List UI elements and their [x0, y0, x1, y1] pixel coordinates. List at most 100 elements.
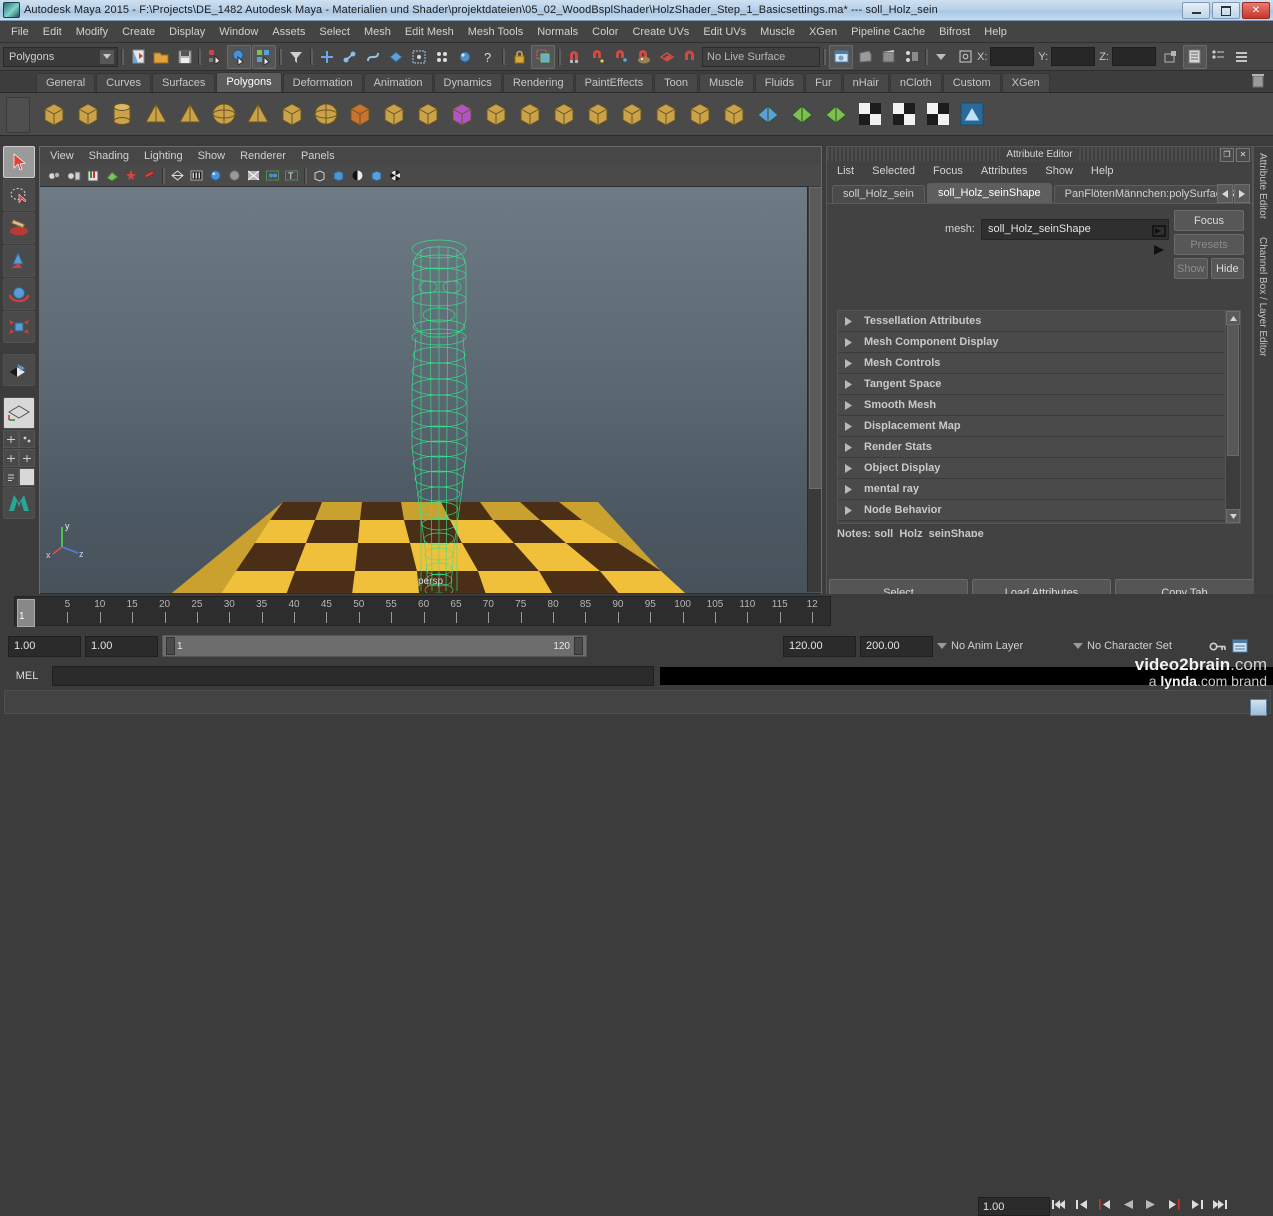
- node-name-field[interactable]: soll_Holz_seinShape: [981, 218, 1169, 240]
- shelf-tab-muscle[interactable]: Muscle: [698, 73, 754, 92]
- ae-menu-selected[interactable]: Selected: [872, 165, 915, 177]
- new-scene-icon[interactable]: [127, 46, 149, 68]
- image-plane-icon[interactable]: [103, 167, 120, 184]
- filter-icon[interactable]: [285, 46, 307, 68]
- menu-item-mesh-tools[interactable]: Mesh Tools: [461, 24, 530, 40]
- selection-mode-dropdown[interactable]: Polygons: [3, 46, 118, 67]
- range-end-field[interactable]: 120.00: [783, 635, 856, 657]
- script-editor-icon[interactable]: [1160, 46, 1182, 68]
- outliner-persp-layout[interactable]: [2, 468, 35, 486]
- menu-item-bifrost[interactable]: Bifrost: [932, 24, 977, 40]
- view-layout-cell[interactable]: [18, 449, 35, 467]
- focus-button[interactable]: Focus: [1174, 210, 1244, 231]
- shadows-icon[interactable]: [141, 167, 158, 184]
- chevron-right-icon[interactable]: [838, 379, 858, 389]
- range-left-grip[interactable]: [166, 637, 175, 655]
- shelf-icon-wedge[interactable]: [616, 99, 647, 130]
- menu-item-help[interactable]: Help: [977, 24, 1014, 40]
- shelf-icon-smooth[interactable]: [752, 99, 783, 130]
- menu-item-color[interactable]: Color: [585, 24, 625, 40]
- shelf-tab-ncloth[interactable]: nCloth: [889, 73, 942, 92]
- step-forward-frame-icon[interactable]: [1188, 1194, 1206, 1214]
- texture-icon[interactable]: [245, 167, 262, 184]
- shelf-icon-append[interactable]: [582, 99, 613, 130]
- absolute-transform-icon[interactable]: [954, 46, 976, 68]
- viewport-menu-renderer[interactable]: Renderer: [240, 150, 286, 162]
- save-scene-icon[interactable]: [173, 46, 195, 68]
- menu-item-mesh[interactable]: Mesh: [357, 24, 398, 40]
- select-by-hierarchy-icon[interactable]: [204, 46, 226, 68]
- magnet-grid-icon[interactable]: [564, 46, 586, 68]
- shelf-icon-bevel[interactable]: [480, 99, 511, 130]
- attribute-section-mental-ray[interactable]: mental ray: [838, 479, 1228, 500]
- magnet-curve-icon[interactable]: [587, 46, 609, 68]
- chevron-down-icon[interactable]: [99, 48, 115, 65]
- attribute-section-smooth-mesh[interactable]: Smooth Mesh: [838, 395, 1228, 416]
- select-tool[interactable]: [2, 146, 35, 178]
- step-back-frame-icon[interactable]: [1073, 1194, 1091, 1214]
- bookmarks-icon[interactable]: [84, 167, 101, 184]
- step-back-key-icon[interactable]: [1096, 1194, 1114, 1214]
- ae-menu-help[interactable]: Help: [1091, 165, 1114, 177]
- magnet-point-icon[interactable]: [610, 46, 632, 68]
- view-layout-cell[interactable]: [18, 468, 35, 486]
- vertical-tab-channel-box[interactable]: Channel Box / Layer Editor: [1254, 231, 1271, 363]
- shelf-tab-deformation[interactable]: Deformation: [282, 73, 363, 92]
- anim-layer-chevron-icon[interactable]: [937, 643, 947, 649]
- shelf-icon-connect[interactable]: [684, 99, 715, 130]
- shaded-mode-icon[interactable]: [368, 167, 385, 184]
- shelf-tab-xgen[interactable]: XGen: [1001, 73, 1050, 92]
- animation-preferences-icon[interactable]: [1231, 639, 1249, 653]
- magnet-plane-icon[interactable]: [656, 46, 678, 68]
- command-language-label[interactable]: MEL: [8, 670, 46, 682]
- current-time-field[interactable]: 1.00: [978, 1197, 1050, 1216]
- scroll-down-icon[interactable]: [1226, 509, 1240, 523]
- shelf-icon-helix[interactable]: [344, 99, 375, 130]
- command-output[interactable]: [660, 666, 1273, 685]
- animation-end-field[interactable]: 200.00: [860, 635, 933, 657]
- wireframe-on-shaded-icon[interactable]: [226, 167, 243, 184]
- shelf-icon-cube-poly[interactable]: [446, 99, 477, 130]
- menu-item-create[interactable]: Create: [115, 24, 162, 40]
- magnet-view-icon[interactable]: [679, 46, 701, 68]
- lock-icon[interactable]: [508, 46, 530, 68]
- attribute-section-node-behavior[interactable]: Node Behavior: [838, 500, 1228, 521]
- shelf-tab-fluids[interactable]: Fluids: [754, 73, 805, 92]
- menu-item-select[interactable]: Select: [312, 24, 357, 40]
- range-right-grip[interactable]: [574, 637, 583, 655]
- ae-menu-show[interactable]: Show: [1045, 165, 1073, 177]
- snap-grid-icon[interactable]: [316, 46, 338, 68]
- show-button[interactable]: Show: [1174, 258, 1208, 279]
- shelf-icon-torus[interactable]: [310, 99, 341, 130]
- shelf-icon-cube[interactable]: [38, 99, 69, 130]
- animation-start-field[interactable]: 1.00: [8, 635, 81, 657]
- shelf-icon-checker3[interactable]: [922, 99, 953, 130]
- prev-tab-icon[interactable]: [1217, 184, 1233, 203]
- shelf-tab-dynamics[interactable]: Dynamics: [433, 73, 502, 92]
- make-live-icon[interactable]: [454, 46, 476, 68]
- sections-scrollbar[interactable]: [1225, 310, 1241, 524]
- menu-item-normals[interactable]: Normals: [530, 24, 585, 40]
- shelf-options-button[interactable]: [6, 97, 30, 133]
- shelf-icon-mirror[interactable]: [786, 99, 817, 130]
- attribute-section-render-stats[interactable]: Render Stats: [838, 437, 1228, 458]
- menu-item-pipeline-cache[interactable]: Pipeline Cache: [844, 24, 932, 40]
- numeric-input-mode-icon[interactable]: [931, 46, 953, 68]
- live-surface-field[interactable]: No Live Surface: [702, 46, 820, 67]
- trash-icon[interactable]: [1251, 72, 1265, 91]
- range-bar[interactable]: 1 120: [162, 635, 587, 657]
- scale-tool[interactable]: [2, 311, 35, 343]
- shelf-tab-animation[interactable]: Animation: [363, 73, 433, 92]
- shelf-icon-booleans[interactable]: [718, 99, 749, 130]
- shelf-icon-checker2[interactable]: [888, 99, 919, 130]
- attribute-section-object-display[interactable]: Object Display: [838, 458, 1228, 479]
- attribute-section-tessellation-attributes[interactable]: Tessellation Attributes: [838, 311, 1228, 332]
- viewport-menu-lighting[interactable]: Lighting: [144, 150, 183, 162]
- scrollbar-thumb[interactable]: [809, 187, 822, 489]
- menu-item-modify[interactable]: Modify: [69, 24, 115, 40]
- viewport-scrollbar[interactable]: [807, 186, 822, 592]
- last-tool-used[interactable]: [2, 354, 35, 386]
- attribute-section-displacement-map[interactable]: Displacement Map: [838, 416, 1228, 437]
- minimize-icon[interactable]: [1182, 2, 1210, 19]
- input-connection-icon[interactable]: [1152, 224, 1167, 238]
